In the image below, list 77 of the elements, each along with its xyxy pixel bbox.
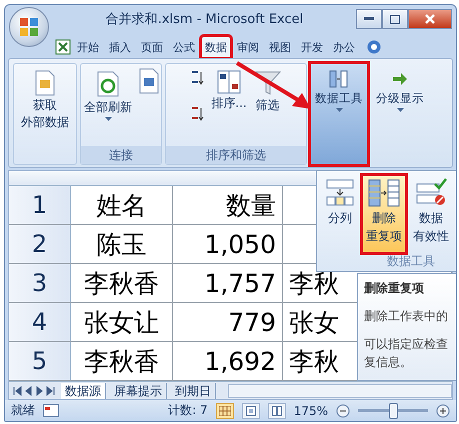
zoom-out-icon[interactable] (336, 404, 350, 418)
ribbon-tab[interactable]: 插入 (105, 36, 135, 58)
table-cell: 李秋香 (71, 264, 173, 302)
caret-icon (104, 117, 112, 121)
minimize-icon (364, 17, 374, 22)
columns-icon (329, 69, 349, 89)
table-cell: 李秋香 (71, 342, 173, 380)
sheet-tab[interactable]: 到期日 (171, 382, 216, 399)
sort-icon (216, 70, 241, 94)
zoom-level[interactable]: 175% (294, 404, 328, 418)
funnel-icon (254, 70, 281, 96)
status-text: 就绪 (11, 402, 35, 420)
ribbon-tab[interactable]: 页面 (137, 36, 167, 58)
help-icon[interactable] (367, 40, 381, 54)
view-button[interactable] (242, 402, 260, 419)
validation-icon (415, 178, 447, 208)
ribbon-tab[interactable]: 开始 (73, 36, 103, 58)
grid-view-icon (218, 406, 231, 416)
ribbon-tab[interactable]: 数据 (201, 36, 231, 58)
caret-icon (336, 108, 342, 112)
excel-icon (55, 39, 71, 55)
view-button[interactable] (216, 402, 234, 419)
table-cell: 张女让 (71, 303, 173, 342)
column-split-icon (325, 178, 355, 208)
page-view-icon (246, 406, 256, 416)
ribbon-button[interactable]: 分列 (321, 175, 359, 253)
table-cell: 779 (173, 303, 283, 342)
ribbon-tab[interactable]: 开发 (297, 36, 327, 58)
table-cell: 陈玉 (71, 225, 173, 264)
page-break-icon (272, 406, 282, 416)
sheet-navigation-icon[interactable] (13, 386, 57, 396)
office-logo-icon (19, 17, 39, 37)
row-number: 2 (9, 225, 71, 264)
table-cell: 1,692 (173, 342, 283, 380)
maximize-icon (390, 14, 400, 24)
row-number: 1 (9, 186, 71, 224)
ribbon-tab[interactable]: 公式 (169, 36, 199, 58)
sheet-tab[interactable]: 数据源 (61, 382, 106, 399)
row-number: 3 (9, 264, 71, 302)
tooltip-text: 删除工作表中的 (364, 308, 449, 325)
office-button[interactable] (9, 7, 49, 47)
caret-icon (396, 108, 404, 112)
document-icon (34, 70, 56, 96)
table-cell: 1,050 (173, 225, 283, 264)
data-tools-button[interactable]: 数据工具 (310, 63, 368, 166)
table-cell: 1,757 (173, 264, 283, 302)
table-cell: 数量 (173, 186, 283, 224)
ribbon-button[interactable]: 删除 重复项 (362, 175, 406, 253)
refresh-icon (95, 70, 121, 98)
refresh-all-button[interactable]: 全部刷新 (82, 68, 134, 123)
maximize-button[interactable] (382, 9, 408, 30)
row-number: 5 (9, 342, 71, 380)
close-icon (425, 14, 435, 24)
ribbon-tab[interactable]: 视图 (265, 36, 295, 58)
count-text: 计数: 7 (168, 402, 208, 420)
minimize-button[interactable] (356, 9, 382, 30)
view-button[interactable] (268, 402, 286, 419)
table-columns-icon (367, 178, 401, 208)
outline-button[interactable]: 分级显示 (371, 63, 429, 166)
table-cell: 姓名 (71, 186, 173, 224)
sort-button[interactable]: 排序... (209, 68, 249, 113)
ribbon-button[interactable]: 数据 有效性 (409, 175, 453, 253)
slider-thumb[interactable] (389, 402, 398, 419)
zoom-in-icon[interactable] (436, 404, 450, 418)
filter-button[interactable]: 筛选 (252, 68, 283, 115)
ribbon-tab[interactable]: 办公 (329, 36, 359, 58)
macro-record-icon[interactable] (43, 404, 59, 418)
group-label: 排序和筛选 (166, 146, 306, 164)
close-button[interactable] (408, 9, 452, 30)
ribbon-tab[interactable]: 审阅 (233, 36, 263, 58)
horizontal-scrollbar[interactable] (228, 384, 452, 398)
tooltip-title: 删除重复项 (364, 280, 425, 297)
sheet-tab[interactable]: 屏幕提示 (110, 382, 167, 399)
window-title: 合并求和.xlsm - Microsoft Excel (104, 11, 304, 28)
row-number: 4 (9, 303, 71, 342)
group-label: 连接 (81, 146, 161, 164)
document-icon (138, 68, 160, 94)
